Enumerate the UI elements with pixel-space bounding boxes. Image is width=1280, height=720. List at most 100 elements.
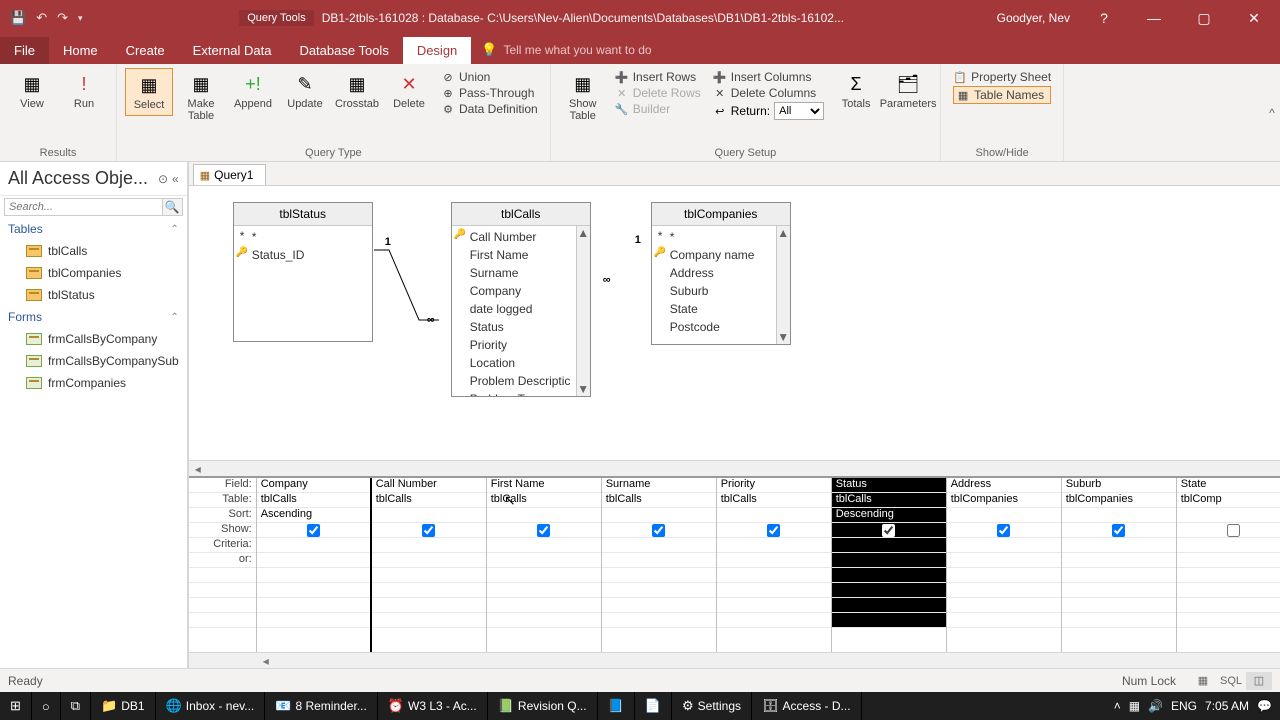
cortana-button[interactable]: ○ <box>32 692 61 720</box>
table-tblstatus[interactable]: tblStatus *Status_ID <box>233 202 373 342</box>
minimize-button[interactable]: — <box>1132 0 1176 36</box>
grid-cell[interactable]: Address <box>947 478 1061 493</box>
tell-me[interactable]: 💡 Tell me what you want to do <box>471 36 661 64</box>
table-field[interactable]: Postcode <box>652 318 790 336</box>
builder-button[interactable]: 🔧Builder <box>615 102 701 116</box>
table-names-button[interactable]: ▦Table Names <box>953 86 1051 104</box>
grid-cell[interactable]: tblCalls <box>487 493 601 508</box>
grid-show-cell[interactable] <box>487 523 601 538</box>
grid-column[interactable]: StatetblComp <box>1177 478 1280 652</box>
crosstab-button[interactable]: ▦Crosstab <box>333 68 381 114</box>
nav-table-item[interactable]: tblCalls <box>0 240 187 262</box>
table-field[interactable]: Call Number <box>452 228 590 246</box>
table-field[interactable]: Priority <box>452 336 590 354</box>
grid-cell[interactable]: tblCalls <box>602 493 716 508</box>
grid-column[interactable]: SuburbtblCompanies <box>1062 478 1177 652</box>
view-button[interactable]: ▦View <box>8 68 56 114</box>
datadef-button[interactable]: ⚙Data Definition <box>441 102 538 116</box>
grid-show-cell[interactable] <box>947 523 1061 538</box>
grid-cell[interactable] <box>257 568 370 583</box>
grid-cell[interactable] <box>947 613 1061 628</box>
grid-cell[interactable] <box>1062 508 1176 523</box>
taskbar-app[interactable]: ⚙Settings <box>672 692 752 720</box>
nav-group-tables[interactable]: Tables⌃ <box>0 218 187 240</box>
grid-cell[interactable]: First Name <box>487 478 601 493</box>
insert-rows-button[interactable]: ➕Insert Rows <box>615 70 701 84</box>
table-field[interactable]: Problem Descriptic <box>452 372 590 390</box>
show-checkbox[interactable] <box>652 524 665 537</box>
return-select[interactable]: All <box>774 102 824 120</box>
table-field[interactable]: Company <box>452 282 590 300</box>
taskbar-app[interactable]: 📁DB1 <box>91 692 156 720</box>
grid-cell[interactable] <box>832 613 946 628</box>
tab-external-data[interactable]: External Data <box>179 37 286 64</box>
grid-cell[interactable] <box>602 508 716 523</box>
tray-notifications-icon[interactable]: 💬 <box>1257 699 1272 713</box>
grid-cell[interactable] <box>487 613 601 628</box>
grid-cell[interactable]: tblCalls <box>257 493 370 508</box>
table-field[interactable]: Address <box>652 264 790 282</box>
grid-cell[interactable] <box>372 568 486 583</box>
grid-column[interactable]: StatustblCallsDescending <box>832 478 947 652</box>
start-button[interactable]: ⊞ <box>0 692 32 720</box>
grid-cell[interactable]: tblComp <box>1177 493 1280 508</box>
show-checkbox[interactable] <box>767 524 780 537</box>
nav-header[interactable]: All Access Obje... <box>8 168 148 189</box>
grid-hscroll[interactable]: ◂▸ <box>189 652 1280 668</box>
show-checkbox[interactable] <box>537 524 550 537</box>
tab-home[interactable]: Home <box>49 37 112 64</box>
taskbar-app[interactable]: 🗄Access - D... <box>752 692 862 720</box>
grid-cell[interactable] <box>1062 583 1176 598</box>
grid-cell[interactable] <box>372 508 486 523</box>
grid-column[interactable]: SurnametblCalls <box>602 478 717 652</box>
save-icon[interactable]: 💾 <box>10 10 26 26</box>
nav-dropdown-icon[interactable]: ⊙ <box>158 172 168 186</box>
table-field[interactable]: Status_ID <box>234 246 372 264</box>
grid-cell[interactable]: tblCompanies <box>1062 493 1176 508</box>
grid-show-cell[interactable] <box>1177 523 1280 538</box>
run-button[interactable]: !Run <box>60 68 108 114</box>
table-field[interactable]: State <box>652 300 790 318</box>
grid-cell[interactable] <box>602 553 716 568</box>
grid-cell[interactable] <box>1177 583 1280 598</box>
grid-cell[interactable] <box>257 583 370 598</box>
tab-create[interactable]: Create <box>112 37 179 64</box>
grid-cell[interactable] <box>717 598 831 613</box>
grid-cell[interactable] <box>487 553 601 568</box>
grid-cell[interactable] <box>947 598 1061 613</box>
table-field[interactable]: Location <box>452 354 590 372</box>
grid-cell[interactable] <box>372 598 486 613</box>
grid-column[interactable]: CompanytblCallsAscending <box>257 478 372 652</box>
table-field[interactable]: First Name <box>452 246 590 264</box>
grid-show-cell[interactable] <box>602 523 716 538</box>
grid-cell[interactable] <box>717 538 831 553</box>
grid-cell[interactable] <box>717 553 831 568</box>
collapse-ribbon-icon[interactable]: ^ <box>1264 64 1280 161</box>
grid-show-cell[interactable] <box>1062 523 1176 538</box>
grid-cell[interactable]: Ascending <box>257 508 370 523</box>
grid-cell[interactable] <box>602 613 716 628</box>
grid-cell[interactable]: Company <box>257 478 370 493</box>
grid-cell[interactable] <box>1177 508 1280 523</box>
table-tblcalls[interactable]: tblCalls ▲▼Call NumberFirst NameSurnameC… <box>451 202 591 397</box>
totals-button[interactable]: ΣTotals <box>832 68 880 114</box>
table-field[interactable]: Surname <box>452 264 590 282</box>
undo-icon[interactable]: ↶ <box>36 10 47 26</box>
grid-column[interactable]: AddresstblCompanies <box>947 478 1062 652</box>
grid-cell[interactable] <box>257 598 370 613</box>
show-checkbox[interactable] <box>882 524 895 537</box>
grid-cell[interactable] <box>372 583 486 598</box>
tray-volume-icon[interactable]: 🔊 <box>1148 699 1163 713</box>
grid-show-cell[interactable] <box>717 523 831 538</box>
delete-columns-button[interactable]: ✕Delete Columns <box>713 86 824 100</box>
system-tray[interactable]: ˄ ▦ 🔊 ENG 7:05 AM 💬 <box>1106 699 1280 713</box>
table-field[interactable]: * <box>234 228 372 246</box>
grid-cell[interactable] <box>487 583 601 598</box>
grid-cell[interactable] <box>947 568 1061 583</box>
grid-cell[interactable] <box>832 583 946 598</box>
nav-form-item[interactable]: frmCallsByCompanySub <box>0 350 187 372</box>
nav-table-item[interactable]: tblCompanies <box>0 262 187 284</box>
grid-cell[interactable] <box>947 583 1061 598</box>
taskbar-app[interactable]: 📄 <box>635 692 672 720</box>
grid-cell[interactable]: Descending <box>832 508 946 523</box>
